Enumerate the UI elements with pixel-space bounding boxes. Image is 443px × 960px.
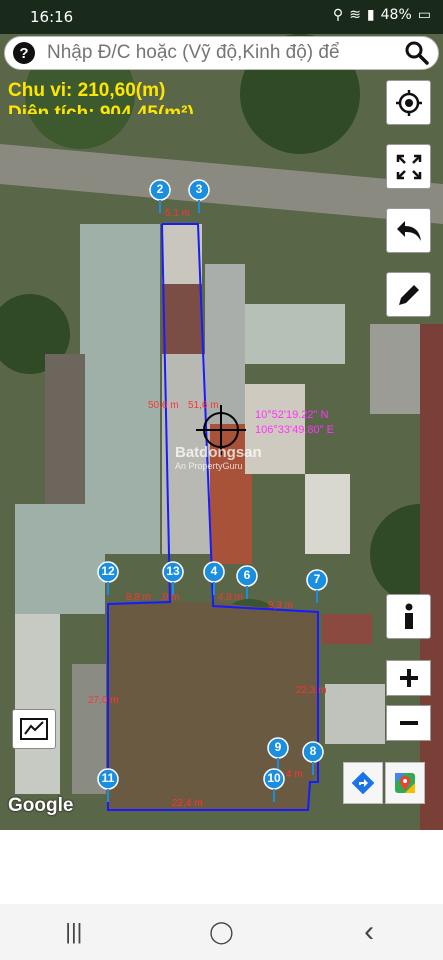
vertex-marker-label: 13: [166, 564, 180, 578]
vertex-marker-label: 6: [243, 568, 251, 582]
vertex-marker[interactable]: 7: [306, 569, 328, 603]
search-bar[interactable]: ?: [4, 36, 439, 70]
vertex-markers: 2 3 4 6 7 8 9 10 11 12 13: [0, 34, 443, 830]
directions-button[interactable]: [343, 762, 383, 804]
vertex-marker[interactable]: 2: [149, 179, 171, 213]
plus-icon: [399, 669, 418, 687]
wifi-icon: ≋: [349, 7, 361, 23]
vertex-marker[interactable]: 12: [97, 561, 119, 595]
map-layers-icon: [20, 718, 48, 740]
vertex-marker[interactable]: 4: [203, 561, 225, 595]
my-location-button[interactable]: [386, 80, 431, 125]
vertex-marker-label: 2: [156, 182, 164, 196]
help-icon[interactable]: ?: [13, 42, 35, 64]
vertex-marker[interactable]: 3: [188, 179, 210, 213]
perimeter-text: Chu vi: 210,60(m): [8, 80, 166, 101]
vertex-marker-label: 10: [267, 771, 281, 785]
satellite-map[interactable]: Batdongsan An PropertyGuru 10°52'19.22" …: [0, 34, 443, 830]
recent-apps-button[interactable]: |||: [44, 912, 104, 952]
search-icon[interactable]: [404, 40, 430, 66]
vertex-marker[interactable]: 13: [162, 561, 184, 595]
location-icon: ⚲: [332, 7, 344, 23]
undo-button[interactable]: [386, 208, 431, 253]
fullscreen-button[interactable]: [386, 144, 431, 189]
target-icon: [395, 89, 422, 116]
vertex-marker-label: 4: [210, 564, 218, 578]
undo-icon: [396, 220, 421, 241]
battery-icon: ▭: [417, 7, 431, 23]
signal-icon: ▮: [366, 7, 375, 23]
info-icon: [404, 603, 413, 629]
google-logo: Google: [8, 795, 74, 816]
status-bar: 16:16 ⚲ ≋ ▮ 48% ▭: [0, 0, 443, 34]
info-button[interactable]: [386, 594, 431, 639]
vertex-marker-label: 3: [195, 182, 203, 196]
vertex-marker[interactable]: 6: [236, 565, 258, 599]
vertex-marker[interactable]: 8: [302, 741, 324, 775]
back-icon: ‹: [364, 915, 375, 948]
expand-icon: [396, 154, 421, 179]
recent-icon: |||: [65, 919, 83, 944]
vertex-marker-label: 7: [313, 572, 321, 586]
zoom-in-button[interactable]: [386, 660, 431, 696]
minus-icon: [399, 721, 418, 725]
map-type-button[interactable]: [12, 709, 56, 749]
vertex-marker[interactable]: 10: [263, 768, 285, 802]
home-icon: ◯: [209, 919, 234, 944]
vertex-marker-label: 12: [101, 564, 115, 578]
vertex-marker[interactable]: 11: [97, 768, 119, 802]
directions-icon: [352, 772, 374, 794]
status-time: 16:16: [30, 8, 74, 26]
vertex-marker-label: 9: [274, 740, 282, 754]
status-icons: ⚲ ≋ ▮ 48% ▭: [333, 7, 431, 23]
google-maps-icon: [395, 773, 415, 793]
system-nav-bar: ||| ◯ ‹: [0, 904, 443, 960]
vertex-marker[interactable]: 9: [267, 737, 289, 771]
draw-button[interactable]: [386, 272, 431, 317]
back-button[interactable]: ‹: [339, 912, 399, 952]
vertex-marker-label: 8: [309, 744, 317, 758]
pencil-icon: [398, 284, 419, 305]
home-button[interactable]: ◯: [191, 912, 251, 952]
search-input[interactable]: [47, 42, 404, 64]
battery-text: 48%: [380, 7, 412, 23]
zoom-out-button[interactable]: [386, 705, 431, 741]
vertex-marker-label: 11: [101, 771, 115, 785]
open-google-maps-button[interactable]: [385, 762, 425, 804]
